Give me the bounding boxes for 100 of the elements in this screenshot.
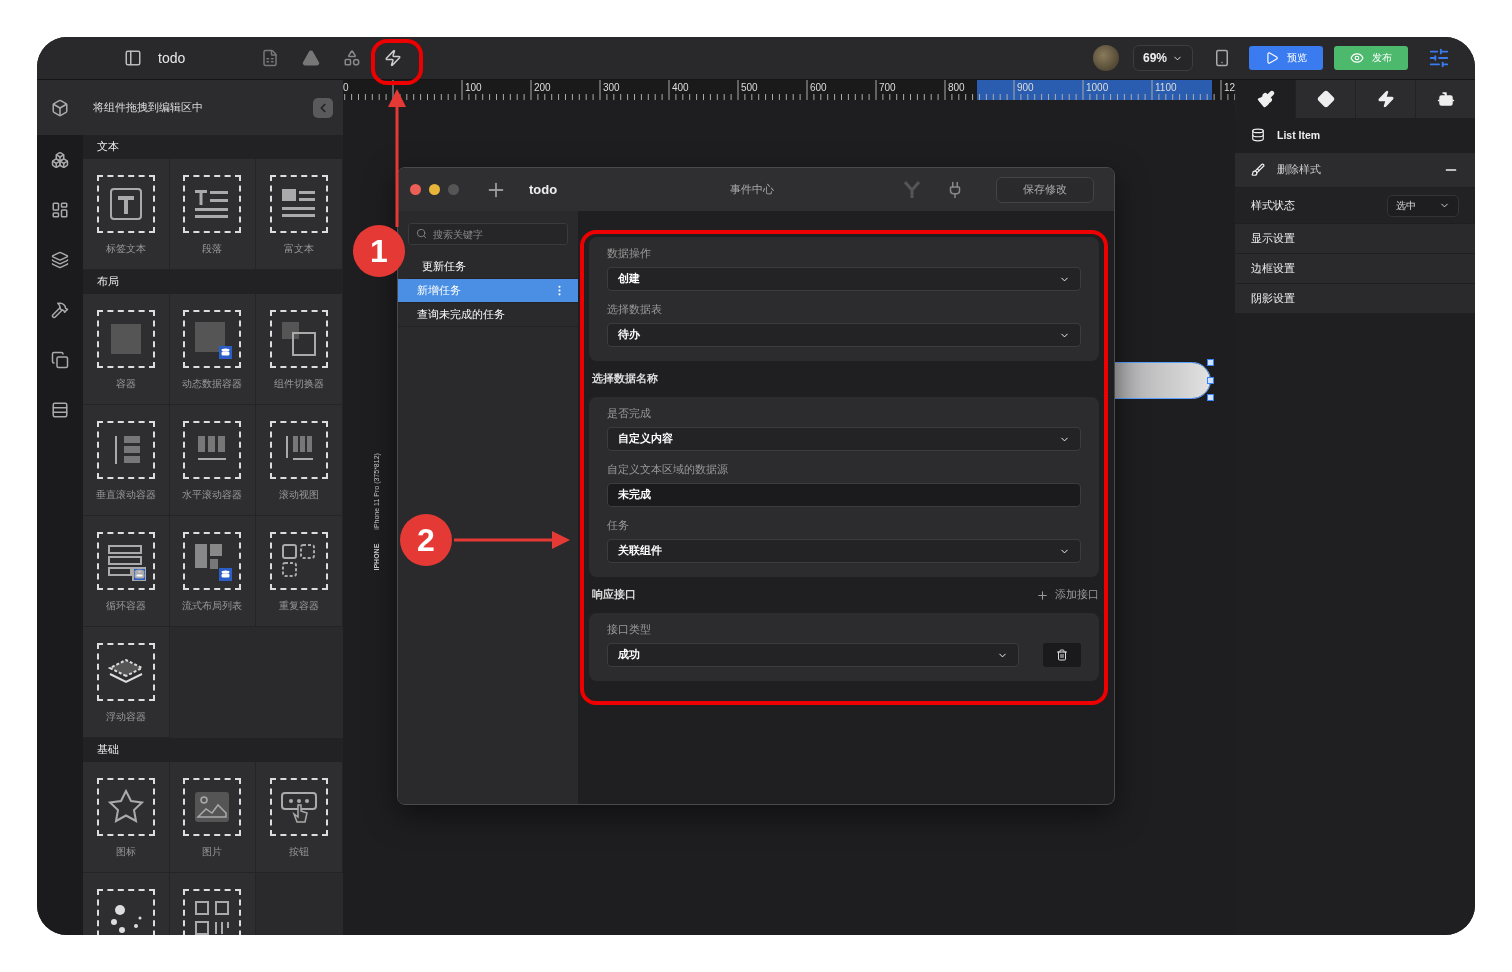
- ruler-label: 300: [603, 82, 620, 93]
- flow-list-icon: [192, 541, 233, 581]
- ruler-label: 1100: [1155, 82, 1177, 93]
- group-title: 选择数据名称: [592, 372, 658, 386]
- close-light[interactable]: [410, 184, 421, 195]
- ruler-label: 500: [741, 82, 758, 93]
- component-tile[interactable]: 水平滚动容器: [169, 405, 257, 516]
- triangle-icon[interactable]: [302, 49, 321, 67]
- shapes-icon[interactable]: [343, 49, 362, 67]
- component-tile[interactable]: 循环容器: [83, 516, 170, 627]
- field-label: 自定义文本区域的数据源: [607, 463, 729, 477]
- inspector-tab[interactable]: [1355, 80, 1415, 118]
- dropdown[interactable]: 关联组件: [607, 539, 1081, 563]
- zoom-dropdown[interactable]: 69%: [1133, 45, 1193, 71]
- resize-handle[interactable]: [1207, 359, 1214, 366]
- dropdown[interactable]: 待办: [607, 323, 1081, 347]
- database-icon: [1251, 128, 1265, 142]
- section-title: 布局: [97, 275, 119, 289]
- component-tile[interactable]: 流式布局列表: [169, 516, 257, 627]
- ruler-label: 800: [948, 82, 965, 93]
- search-field[interactable]: 搜索关键字: [408, 223, 568, 245]
- component-tile[interactable]: 按钮: [256, 762, 343, 873]
- ruler-label: 400: [672, 82, 689, 93]
- delete-button[interactable]: [1043, 643, 1081, 667]
- settings-section[interactable]: 边框设置: [1235, 254, 1475, 283]
- field-label: 接口类型: [607, 623, 652, 637]
- dropdown[interactable]: 自定义内容: [607, 427, 1081, 451]
- component-tile[interactable]: 段落: [169, 159, 257, 270]
- cubes-icon: [51, 151, 69, 169]
- resize-handle[interactable]: [1207, 394, 1214, 401]
- field-label: 选择数据表: [607, 303, 663, 317]
- project-title: todo: [158, 50, 186, 66]
- component-tile[interactable]: 组件切换器: [256, 294, 343, 405]
- highlight-ring: [371, 39, 423, 85]
- event-item[interactable]: 查询未完成的任务: [398, 303, 578, 327]
- phone-icon[interactable]: [1213, 49, 1231, 67]
- spreadsheet-icon[interactable]: [261, 49, 280, 67]
- play-icon: [1265, 51, 1279, 65]
- ruler-label: 12: [1224, 82, 1235, 93]
- inspector-tab[interactable]: [1415, 80, 1475, 118]
- settings-section[interactable]: 显示设置: [1235, 224, 1475, 253]
- lightning-icon[interactable]: [384, 49, 403, 67]
- settings-section[interactable]: 阴影设置: [1235, 284, 1475, 313]
- section-title: 基础: [97, 743, 119, 757]
- save-button[interactable]: 保存修改: [996, 176, 1094, 203]
- field-label: 任务: [607, 519, 630, 533]
- component-tile[interactable]: 重复容器: [256, 516, 343, 627]
- resize-handle[interactable]: [1207, 377, 1214, 384]
- minimize-light[interactable]: [429, 184, 440, 195]
- component-tile[interactable]: 垂直滚动容器: [83, 405, 170, 516]
- component-name: List Item: [1277, 129, 1321, 141]
- ruler-label: 200: [534, 82, 551, 93]
- plus-icon: [1036, 588, 1049, 602]
- inspector-tab[interactable]: [1295, 80, 1355, 118]
- data-container-icon: [192, 319, 233, 359]
- dropdown[interactable]: 创建: [607, 267, 1081, 291]
- ruler-label: 0: [343, 82, 349, 93]
- component-tile[interactable]: 动态数据容器: [169, 294, 257, 405]
- trash-icon: [1056, 649, 1068, 661]
- event-item[interactable]: 新增任务: [398, 279, 578, 303]
- preview-button[interactable]: 预览: [1249, 46, 1323, 70]
- component-tile[interactable]: 富文本: [256, 159, 343, 270]
- robot-icon: [1436, 90, 1455, 108]
- lightning-icon: [1376, 90, 1395, 108]
- diamond-icon: [1316, 90, 1335, 108]
- layers-icon: [51, 251, 69, 269]
- ruler-label: 1000: [1086, 82, 1109, 93]
- paintbrush-icon: [1256, 90, 1275, 108]
- rows-icon: [51, 401, 69, 419]
- settings-icon[interactable]: [1428, 47, 1450, 69]
- section-title: 文本: [97, 140, 119, 154]
- hammer-icon: [51, 301, 69, 319]
- state-dropdown[interactable]: 选中: [1387, 194, 1459, 217]
- sidebar-toggle-icon[interactable]: [124, 49, 142, 67]
- group-title: 响应接口: [592, 588, 636, 602]
- add-link[interactable]: 添加接口: [1036, 588, 1099, 602]
- dropdown[interactable]: 成功: [607, 643, 1019, 667]
- field-label: 数据操作: [607, 247, 652, 261]
- panel-title: 将组件拖拽到编辑区中: [93, 100, 203, 115]
- component-tile[interactable]: 图片: [169, 762, 257, 873]
- pages-icon: [51, 351, 69, 369]
- dialog-title: todo: [529, 182, 558, 197]
- widgets-icon: [51, 201, 69, 219]
- cube-icon: [51, 98, 69, 117]
- avatar[interactable]: [1093, 45, 1119, 71]
- ruler-label: 700: [879, 82, 896, 93]
- component-tile[interactable]: 浮动容器: [83, 627, 170, 738]
- ruler-label: 900: [1017, 82, 1034, 93]
- component-tile[interactable]: 容器: [83, 294, 170, 405]
- component-tile[interactable]: 图标: [83, 762, 170, 873]
- ruler-label: 100: [465, 82, 482, 93]
- search-icon: [416, 228, 427, 239]
- state-label: 样式状态: [1251, 198, 1295, 213]
- component-tile[interactable]: 标签文本: [83, 159, 170, 270]
- style-title: 删除样式: [1277, 163, 1321, 177]
- component-tile[interactable]: 滚动视图: [256, 405, 343, 516]
- field-label: 是否完成: [607, 407, 652, 421]
- text-field[interactable]: 未完成: [607, 483, 1081, 507]
- eye-icon: [1350, 51, 1364, 65]
- brush-icon: [1251, 163, 1265, 177]
